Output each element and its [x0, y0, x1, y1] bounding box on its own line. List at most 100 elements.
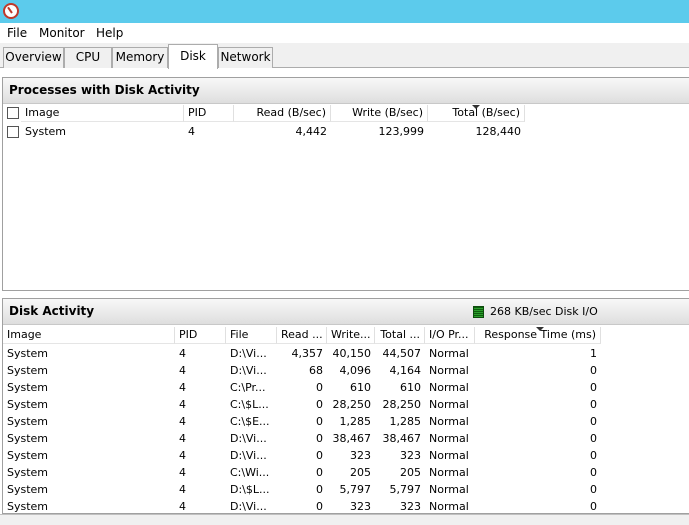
table-row[interactable]: System 4 D:\Vi... 0 323 323 Normal 0: [3, 447, 689, 464]
tab-network[interactable]: Network: [218, 47, 273, 68]
processes-panel-header[interactable]: Processes with Disk Activity: [3, 78, 689, 104]
disk-io-rate: 268 KB/sec Disk I/O: [490, 305, 598, 318]
table-row[interactable]: System 4 4,442 123,999 128,440: [3, 123, 689, 140]
col-header-total[interactable]: Total ...: [375, 327, 425, 344]
cell-read: 4,442: [295, 125, 328, 138]
cell-io-priority: Normal: [429, 466, 469, 479]
disk-activity-panel-header[interactable]: Disk Activity 268 KB/sec Disk I/O: [3, 299, 689, 325]
col-header-write[interactable]: Write...: [327, 327, 375, 344]
col-header-image[interactable]: Image: [3, 327, 175, 344]
cell-pid: 4: [179, 449, 186, 462]
cell-write: 4,096: [339, 364, 372, 377]
disk-activity-table: Image PID File Read ... Write... Total .…: [3, 327, 689, 514]
next-panel-edge: [0, 514, 689, 525]
cell-write: 123,999: [378, 125, 425, 138]
cell-image: System: [7, 347, 49, 360]
menu-bar: File Monitor Help: [0, 23, 689, 43]
table-row[interactable]: System 4 C:\$L... 0 28,250 28,250 Normal 0: [3, 396, 689, 413]
cell-total: 28,250: [382, 398, 422, 411]
cell-write: 323: [350, 449, 371, 462]
cell-pid: 4: [179, 466, 186, 479]
cell-response-time: 0: [590, 449, 597, 462]
cell-total: 5,797: [389, 483, 422, 496]
cell-response-time: 0: [590, 500, 597, 513]
menu-file[interactable]: File: [7, 26, 27, 40]
col-header-file[interactable]: File: [226, 327, 277, 344]
resource-monitor-app-icon[interactable]: [3, 3, 19, 19]
cell-image: System: [7, 483, 49, 496]
menu-monitor[interactable]: Monitor: [39, 26, 85, 40]
table-row[interactable]: System 4 D:\Vi... 4,357 40,150 44,507 Normal 1: [3, 345, 689, 362]
menu-help[interactable]: Help: [96, 26, 123, 40]
cell-image: System: [7, 415, 49, 428]
col-header-pid[interactable]: PID: [184, 105, 234, 122]
cell-read: 68: [309, 364, 323, 377]
cell-read: 0: [316, 432, 323, 445]
cell-write: 28,250: [332, 398, 372, 411]
table-row[interactable]: System 4 D:\Vi... 68 4,096 4,164 Normal 0: [3, 362, 689, 379]
col-header-io-priority[interactable]: I/O Pr...: [425, 327, 475, 344]
tab-cpu[interactable]: CPU: [64, 47, 112, 68]
col-header-pid[interactable]: PID: [175, 327, 226, 344]
cell-write: 38,467: [332, 432, 372, 445]
table-row[interactable]: System 4 C:\Wi... 0 205 205 Normal 0: [3, 464, 689, 481]
row-checkbox[interactable]: [7, 126, 19, 138]
cell-file: C:\Pr...: [230, 381, 266, 394]
cell-io-priority: Normal: [429, 347, 469, 360]
cell-pid: 4: [188, 125, 195, 138]
cell-file: D:\Vi...: [230, 500, 267, 513]
title-bar: [0, 0, 689, 23]
table-row[interactable]: System 4 D:\Vi... 0 323 323 Normal 0: [3, 498, 689, 515]
cell-write: 610: [350, 381, 371, 394]
cell-image: System: [7, 381, 49, 394]
tab-overview[interactable]: Overview: [3, 47, 64, 68]
cell-total: 44,507: [382, 347, 422, 360]
cell-file: C:\$E...: [230, 415, 270, 428]
cell-write: 205: [350, 466, 371, 479]
cell-write: 5,797: [339, 483, 372, 496]
cell-read: 0: [316, 381, 323, 394]
cell-io-priority: Normal: [429, 432, 469, 445]
cell-pid: 4: [179, 347, 186, 360]
col-header-read[interactable]: Read (B/sec): [234, 105, 331, 122]
cell-read: 0: [316, 466, 323, 479]
cell-pid: 4: [179, 415, 186, 428]
cell-total: 610: [400, 381, 421, 394]
cell-response-time: 0: [590, 483, 597, 496]
cell-response-time: 0: [590, 364, 597, 377]
cell-file: D:\Vi...: [230, 432, 267, 445]
cell-write: 323: [350, 500, 371, 513]
table-row[interactable]: System 4 C:\$E... 0 1,285 1,285 Normal 0: [3, 413, 689, 430]
sort-descending-icon: [472, 105, 480, 109]
cell-total: 128,440: [475, 125, 522, 138]
col-header-write[interactable]: Write (B/sec): [331, 105, 428, 122]
cell-total: 1,285: [389, 415, 422, 428]
cell-io-priority: Normal: [429, 364, 469, 377]
cell-file: D:\Vi...: [230, 449, 267, 462]
tab-strip: Overview CPU Memory Disk Network: [0, 43, 689, 69]
cell-file: C:\Wi...: [230, 466, 270, 479]
cell-response-time: 0: [590, 398, 597, 411]
cell-total: 205: [400, 466, 421, 479]
sort-descending-icon: [536, 327, 544, 331]
table-row[interactable]: System 4 C:\Pr... 0 610 610 Normal 0: [3, 379, 689, 396]
cell-file: D:\Vi...: [230, 364, 267, 377]
cell-file: D:\$L...: [230, 483, 270, 496]
cell-write: 1,285: [339, 415, 372, 428]
cell-response-time: 0: [590, 415, 597, 428]
tab-memory[interactable]: Memory: [112, 47, 168, 68]
col-header-image[interactable]: Image: [21, 105, 184, 122]
table-row[interactable]: System 4 D:\$L... 0 5,797 5,797 Normal 0: [3, 481, 689, 498]
table-row[interactable]: System 4 D:\Vi... 0 38,467 38,467 Normal 0: [3, 430, 689, 447]
cell-image: System: [25, 125, 67, 138]
cell-image: System: [7, 449, 49, 462]
tab-disk[interactable]: Disk: [168, 44, 218, 69]
disk-activity-panel: Disk Activity 268 KB/sec Disk I/O Image …: [2, 298, 689, 514]
cell-io-priority: Normal: [429, 415, 469, 428]
cell-io-priority: Normal: [429, 483, 469, 496]
col-header-read[interactable]: Read ...: [277, 327, 327, 344]
cell-response-time: 0: [590, 432, 597, 445]
cell-pid: 4: [179, 483, 186, 496]
cell-read: 0: [316, 398, 323, 411]
select-all-checkbox[interactable]: [7, 107, 19, 119]
